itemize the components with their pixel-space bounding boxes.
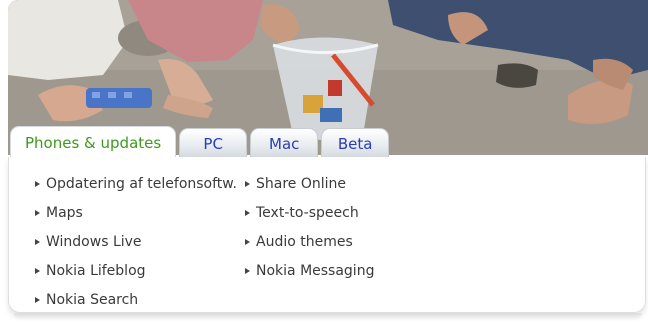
triangle-right-icon	[245, 267, 250, 274]
link-nokia-search[interactable]: Nokia Search	[35, 285, 245, 314]
link-audio-themes[interactable]: Audio themes	[245, 227, 445, 256]
triangle-right-icon	[35, 238, 40, 245]
link-label: Nokia Search	[46, 291, 139, 308]
link-label: Nokia Messaging	[256, 262, 375, 279]
triangle-right-icon	[35, 180, 40, 187]
tab-content-panel: Opdatering af telefonsoftw. Share Online…	[8, 157, 646, 313]
link-label: Audio themes	[256, 233, 353, 250]
panel-shadow	[14, 313, 642, 321]
tab-label: Mac	[269, 134, 300, 153]
link-share-online[interactable]: Share Online	[245, 169, 445, 198]
triangle-right-icon	[245, 209, 250, 216]
link-grid: Opdatering af telefonsoftw. Share Online…	[35, 169, 445, 314]
link-label: Text-to-speech	[256, 204, 359, 221]
triangle-right-icon	[35, 296, 40, 303]
triangle-right-icon	[245, 238, 250, 245]
link-label: Maps	[46, 204, 83, 221]
tab-mac[interactable]: Mac	[250, 128, 319, 158]
link-windows-live[interactable]: Windows Live	[35, 227, 245, 256]
nokia-software-widget: Phones & updates PC Mac Beta Opdatering …	[0, 0, 648, 323]
triangle-right-icon	[35, 209, 40, 216]
link-nokia-lifeblog[interactable]: Nokia Lifeblog	[35, 256, 245, 285]
link-maps[interactable]: Maps	[35, 198, 245, 227]
link-label: Windows Live	[46, 233, 142, 250]
triangle-right-icon	[35, 267, 40, 274]
tab-pc[interactable]: PC	[179, 128, 248, 158]
tab-bar: Phones & updates PC Mac Beta	[10, 126, 392, 158]
tab-phones-updates[interactable]: Phones & updates	[10, 126, 177, 158]
tab-label: Beta	[337, 134, 373, 153]
tab-label: PC	[203, 134, 223, 153]
link-opdatering-telefonsoftware[interactable]: Opdatering af telefonsoftw.	[35, 169, 245, 198]
link-nokia-messaging[interactable]: Nokia Messaging	[245, 256, 445, 285]
tab-label: Phones & updates	[25, 133, 162, 152]
link-text-to-speech[interactable]: Text-to-speech	[245, 198, 445, 227]
tab-beta[interactable]: Beta	[321, 128, 390, 158]
link-label: Opdatering af telefonsoftw.	[46, 175, 237, 192]
triangle-right-icon	[245, 180, 250, 187]
link-label: Nokia Lifeblog	[46, 262, 146, 279]
link-label: Share Online	[256, 175, 347, 192]
